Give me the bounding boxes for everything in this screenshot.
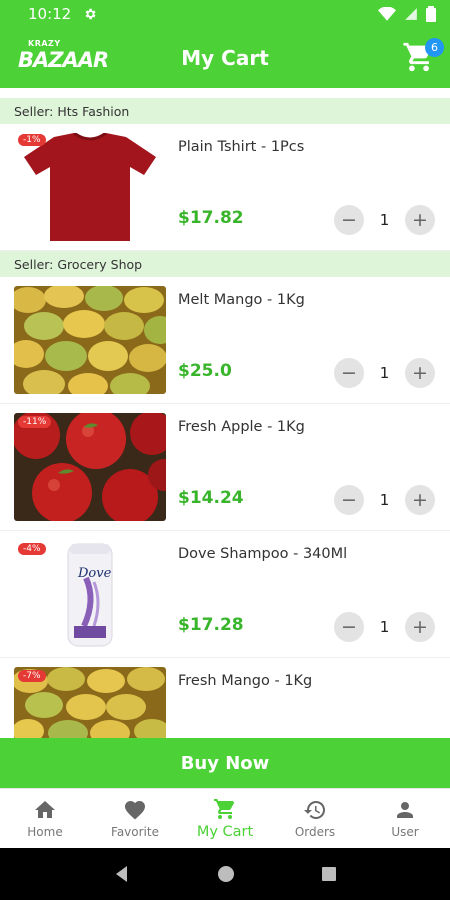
wifi-icon (378, 7, 396, 21)
nav-item-home[interactable]: Home (0, 789, 90, 848)
shampoo-brand-text: Dove (78, 566, 112, 581)
quantity-value: 1 (379, 618, 390, 636)
product-price: $14.24 (178, 488, 244, 508)
home-icon (35, 801, 55, 818)
home-circle-icon[interactable] (217, 865, 235, 883)
status-bar: 10:12 (0, 0, 450, 28)
back-icon[interactable] (113, 865, 131, 883)
battery-icon (426, 6, 436, 22)
logo-main-text: BAZAAR (18, 48, 109, 72)
decrease-quantity-button[interactable]: − (334, 358, 364, 388)
product-name: Melt Mango - 1Kg (178, 292, 305, 308)
quantity-stepper: − 1 + (334, 612, 435, 642)
product-name: Plain Tshirt - 1Pcs (178, 139, 305, 155)
cart-list[interactable]: Seller: Hts Fashion -1% Plain Tshirt - 1… (0, 88, 450, 738)
signal-icon (405, 8, 417, 20)
cart-icon (214, 799, 235, 819)
discount-badge: -4% (18, 543, 46, 555)
heart-icon (125, 801, 145, 820)
product-name: Dove Shampoo - 340Ml (178, 546, 348, 562)
product-price: $17.82 (178, 208, 244, 228)
product-price: $25.0 (178, 361, 232, 381)
increase-quantity-button[interactable]: + (404, 612, 435, 642)
decrease-quantity-button[interactable]: − (334, 485, 364, 515)
product-name: Fresh Apple - 1Kg (178, 419, 305, 435)
nav-item-user[interactable]: User (360, 789, 450, 848)
app-logo[interactable]: KRAZY BAZAAR (14, 38, 109, 78)
product-image-mango (14, 286, 166, 394)
seller-header: Seller: Hts Fashion (0, 98, 450, 124)
cart-item[interactable]: -4% Dove Dove Shampoo - 340Ml $17.28 − 1… (0, 531, 450, 658)
cart-item[interactable]: -7% Fresh Mango - 1Kg (0, 658, 450, 738)
product-price: $17.28 (178, 615, 244, 635)
cart-item[interactable]: -11% Fresh Apple - 1Kg $14.24 − 1 + (0, 404, 450, 531)
increase-quantity-button[interactable]: + (404, 485, 435, 515)
app-bar: KRAZY BAZAAR My Cart 6 (0, 28, 450, 88)
bottom-nav: Home Favorite My Cart Orders User (0, 788, 450, 848)
logo-top-text: KRAZY (28, 39, 61, 48)
discount-badge: -11% (18, 416, 52, 428)
product-image-shampoo: Dove (14, 540, 166, 648)
quantity-stepper: − 1 + (334, 205, 435, 235)
nav-item-favorite[interactable]: Favorite (90, 789, 180, 848)
increase-quantity-button[interactable]: + (404, 358, 435, 388)
status-time: 10:12 (28, 5, 72, 23)
gear-icon (85, 8, 96, 20)
product-name: Fresh Mango - 1Kg (178, 673, 313, 689)
cart-item[interactable]: -1% Plain Tshirt - 1Pcs $17.82 − 1 + (0, 124, 450, 251)
quantity-stepper: − 1 + (334, 358, 435, 388)
increase-quantity-button[interactable]: + (404, 205, 435, 235)
nav-label-favorite: Favorite (111, 825, 159, 839)
decrease-quantity-button[interactable]: − (334, 612, 364, 642)
nav-label-user: User (391, 825, 419, 839)
discount-badge: -1% (18, 134, 46, 146)
seller-header: Seller: Grocery Shop (0, 251, 450, 277)
nav-item-orders[interactable]: Orders (270, 789, 360, 848)
nav-label-orders: Orders (294, 825, 336, 839)
nav-label-home: Home (27, 825, 63, 839)
user-icon (397, 802, 413, 818)
nav-label-my-cart: My Cart (196, 824, 254, 840)
quantity-value: 1 (379, 491, 390, 509)
history-icon (304, 800, 326, 819)
nav-item-my-cart[interactable]: My Cart (180, 789, 270, 848)
decrease-quantity-button[interactable]: − (334, 205, 364, 235)
quantity-value: 1 (379, 364, 390, 382)
cart-count-badge: 6 (425, 38, 444, 57)
quantity-value: 1 (379, 211, 390, 229)
buy-now-button[interactable]: Buy Now (0, 738, 450, 788)
recents-icon[interactable] (321, 866, 337, 882)
cart-item[interactable]: Melt Mango - 1Kg $25.0 − 1 + (0, 277, 450, 404)
discount-badge: -7% (18, 670, 46, 682)
system-nav-bar (0, 848, 450, 900)
product-image-apple (14, 413, 166, 521)
quantity-stepper: − 1 + (334, 485, 435, 515)
product-image-tshirt (14, 133, 166, 241)
